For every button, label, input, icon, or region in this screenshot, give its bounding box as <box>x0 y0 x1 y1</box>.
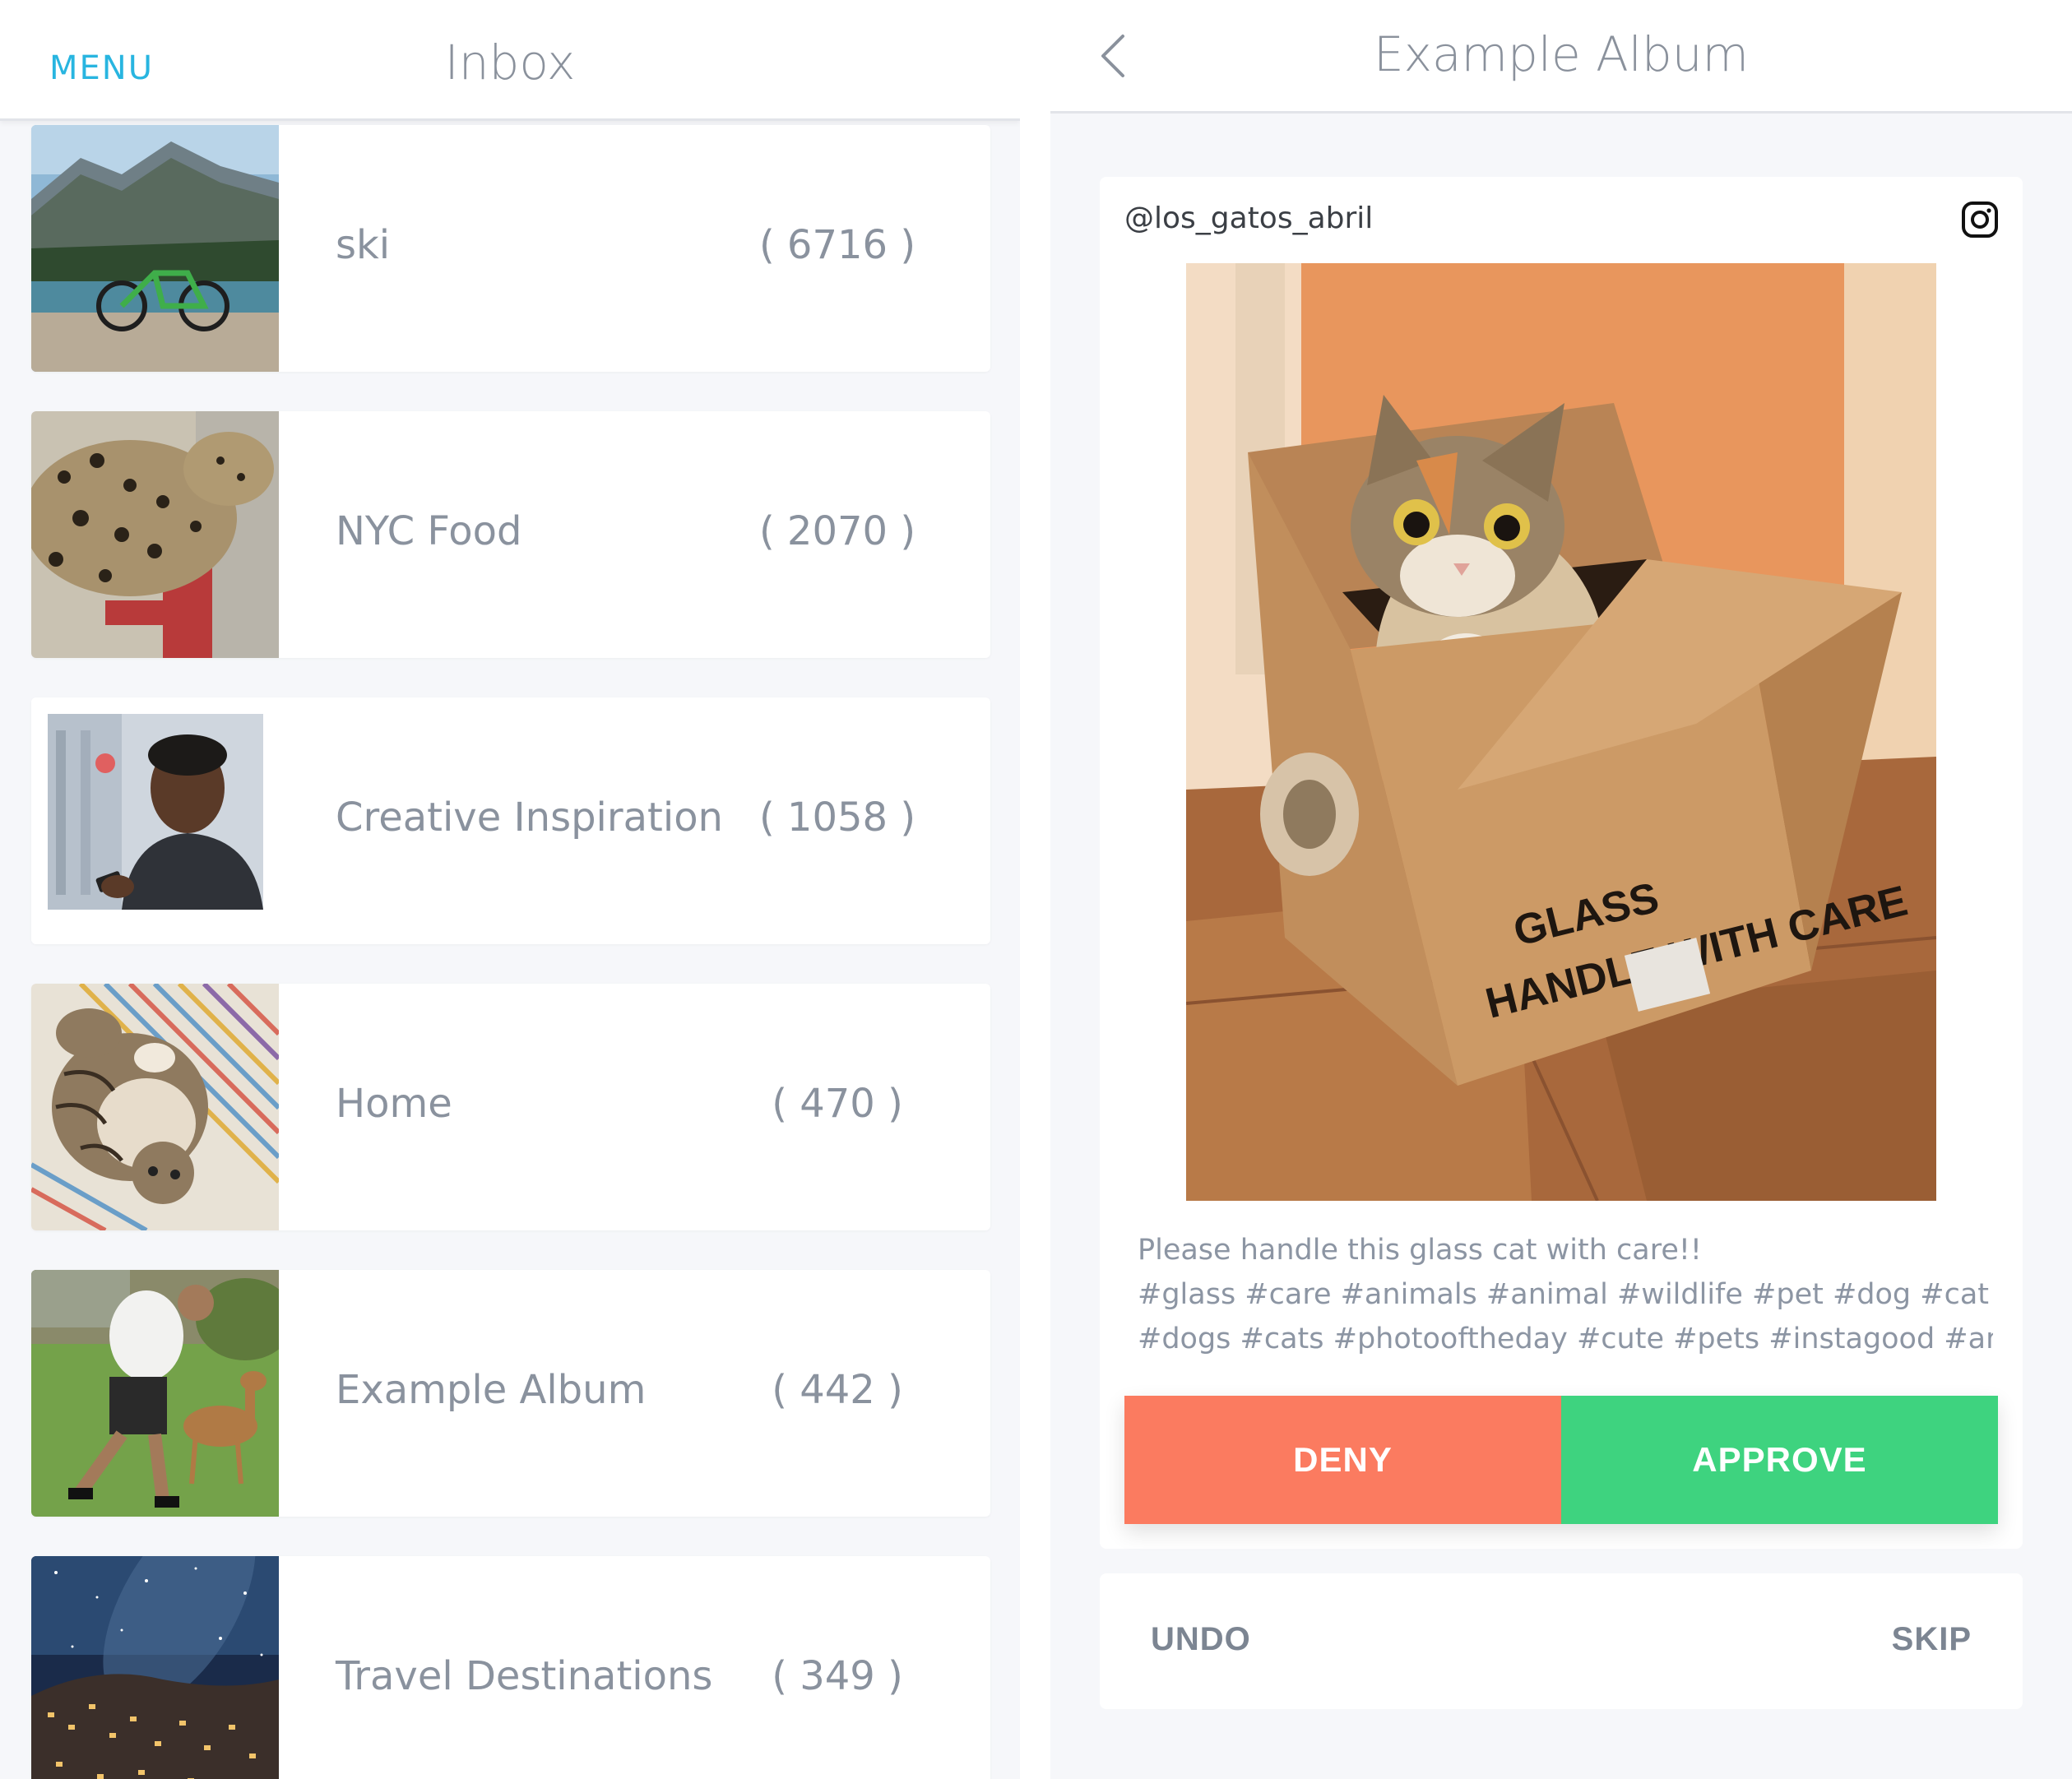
cat-in-cardboard-box-image: GLASS HANDLE WITH CARE <box>1186 263 1936 1201</box>
moderation-actions: DENY APPROVE <box>1124 1396 1998 1524</box>
album-item-creative-inspiration[interactable]: Creative Inspiration ( 1058 ) <box>31 697 990 944</box>
inbox-screen: MENU Inbox ski ( 6716 ) NYC Food (2070 … <box>0 0 1020 1779</box>
mountain-lake-bike-image <box>31 125 279 372</box>
album-thumbnail <box>31 411 279 658</box>
album-thumbnail <box>31 1270 279 1517</box>
album-list: ski ( 6716 ) NYC Food (2070) Creative … <box>31 125 990 1779</box>
album-name: Home <box>336 1081 452 1127</box>
album-thumbnail <box>31 125 279 372</box>
undo-button[interactable]: UNDO <box>1151 1621 1251 1658</box>
man-with-phone-image <box>31 697 279 944</box>
album-item-example-album[interactable]: Example Album ( 442 ) <box>31 1270 990 1517</box>
spotted-cat-image <box>31 411 279 658</box>
album-count: ( 1058 ) <box>758 795 916 841</box>
post-username[interactable]: @los_gatos_abril <box>1124 202 1373 235</box>
post-photo: GLASS HANDLE WITH CARE <box>1186 263 1936 1201</box>
review-footer: UNDO SKIP <box>1100 1573 2023 1709</box>
album-name: Travel Destinations <box>336 1653 713 1699</box>
album-item-nyc-food[interactable]: NYC Food ( 2070 ) <box>31 411 990 658</box>
album-review-screen: Example Album @los_gatos_abril GLASS HAN… <box>1050 0 2072 1779</box>
album-header: Example Album <box>1050 0 2072 114</box>
album-count: ( 2070 ) <box>758 508 916 554</box>
man-with-deer-image <box>31 1270 279 1517</box>
post-caption: Please handle this glass cat with care!!… <box>1138 1228 1993 1361</box>
page-title: Example Album <box>1374 26 1749 82</box>
album-name: Creative Inspiration <box>336 795 723 841</box>
post-card: @los_gatos_abril GLASS HANDLE WITH CARE … <box>1100 177 2023 1549</box>
album-name: NYC Food <box>336 508 522 554</box>
album-item-home[interactable]: Home ( 470 ) <box>31 984 990 1230</box>
album-count: ( 349 ) <box>772 1653 903 1699</box>
inbox-header: MENU Inbox <box>0 0 1020 121</box>
approve-button[interactable]: APPROVE <box>1561 1396 1998 1524</box>
album-thumbnail <box>31 697 279 944</box>
album-name: ski <box>336 222 391 268</box>
album-count: ( 6716 ) <box>758 222 916 268</box>
album-name: Example Album <box>336 1367 647 1413</box>
caption-line: #dogs #cats #photooftheday #cute #pets #… <box>1138 1323 1993 1355</box>
caption-line: Please handle this glass cat with care!! <box>1138 1234 1702 1267</box>
page-title: Inbox <box>444 35 576 90</box>
album-count: ( 442 ) <box>772 1367 903 1413</box>
album-thumbnail <box>31 984 279 1230</box>
deny-button[interactable]: DENY <box>1124 1396 1561 1524</box>
album-item-ski[interactable]: ski ( 6716 ) <box>31 125 990 372</box>
album-thumbnail <box>31 1556 279 1779</box>
night-city-stars-image <box>31 1556 279 1779</box>
album-count: ( 470 ) <box>772 1081 903 1127</box>
cat-on-blanket-image <box>31 984 279 1230</box>
instagram-icon[interactable] <box>1960 200 2000 239</box>
skip-button[interactable]: SKIP <box>1892 1621 1972 1658</box>
caption-line: #glass #care #animals #animal #wildlife … <box>1138 1278 1989 1311</box>
album-item-travel-destinations[interactable]: Travel Destinations ( 349 ) <box>31 1556 990 1779</box>
